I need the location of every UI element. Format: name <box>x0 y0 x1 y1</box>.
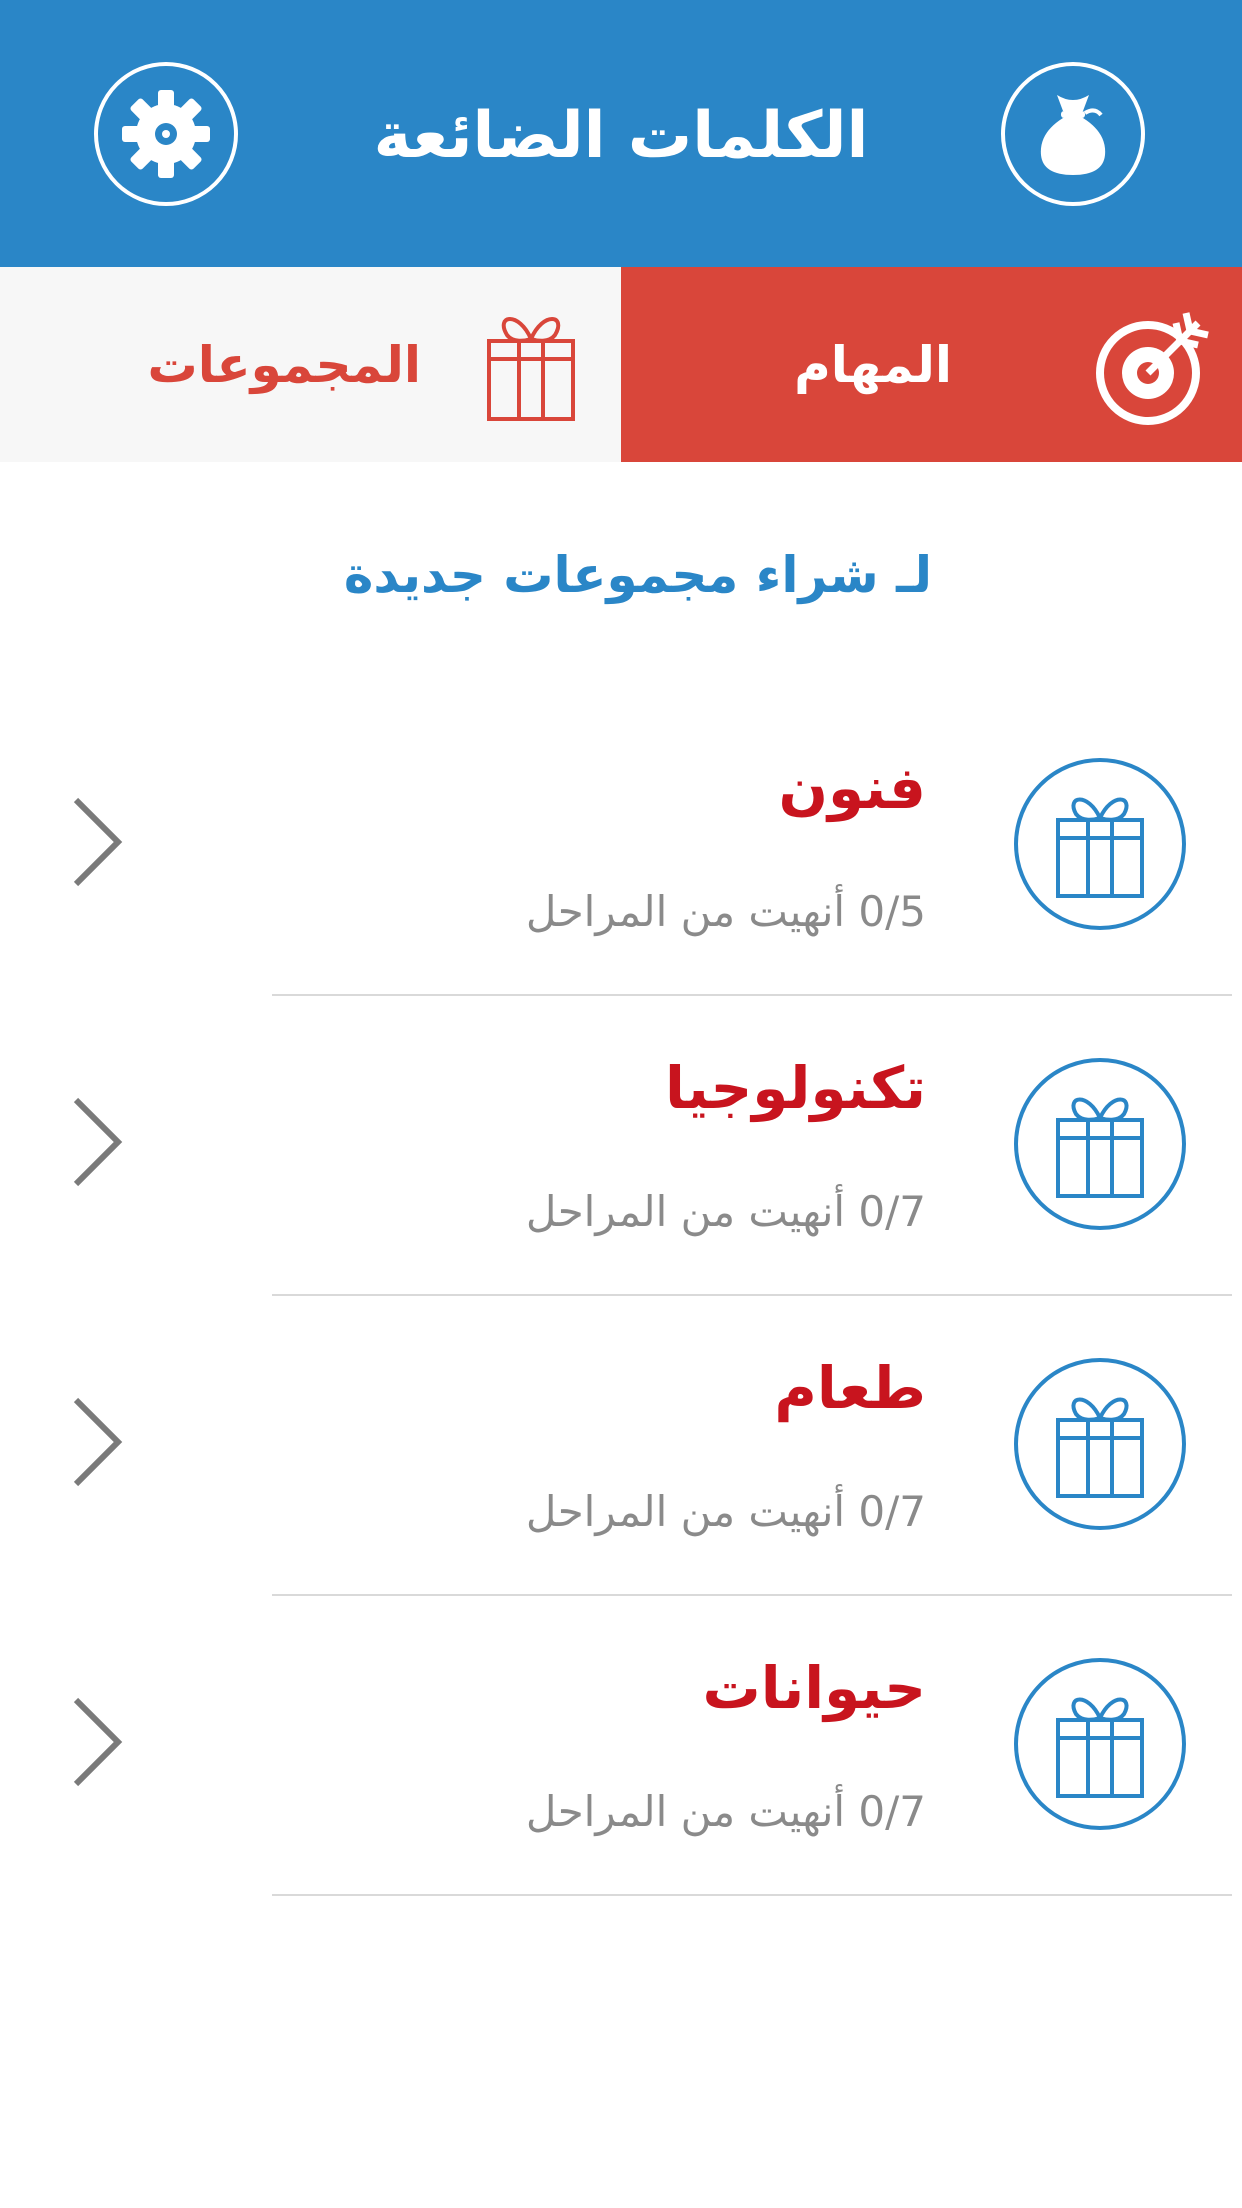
list-item[interactable]: حيوانات 0/7 أنهيت من المراحل <box>0 1596 1242 1896</box>
tab-tasks-label: المهام <box>794 336 952 394</box>
list-item[interactable]: طعام 0/7 أنهيت من المراحل <box>0 1296 1242 1596</box>
group-title: طعام <box>774 1354 926 1422</box>
tab-tasks[interactable]: المهام <box>621 267 1242 462</box>
settings-button[interactable] <box>94 62 238 206</box>
list-item[interactable]: تكنولوجيا 0/7 أنهيت من المراحل <box>0 996 1242 1296</box>
gift-icon <box>1014 758 1186 930</box>
coin-bag-icon <box>1040 95 1106 175</box>
group-progress: 0/5 أنهيت من المراحل <box>525 887 926 936</box>
buy-groups-link[interactable]: لـ شراء مجموعات جديدة <box>344 540 932 610</box>
gear-icon <box>122 90 210 178</box>
list-item[interactable]: فنون 0/5 أنهيت من المراحل <box>0 696 1242 996</box>
tab-groups[interactable]: المجموعات <box>0 267 621 462</box>
tab-groups-label: المجموعات <box>147 336 421 394</box>
gift-icon <box>1014 1658 1186 1830</box>
group-title: تكنولوجيا <box>665 1054 926 1122</box>
group-progress: 0/7 أنهيت من المراحل <box>525 1487 926 1536</box>
chevron-left-icon <box>68 1694 124 1794</box>
app-title: الكلمات الضائعة <box>373 99 869 173</box>
groups-list: فنون 0/5 أنهيت من المراحل تكنولوجيا 0/7 … <box>0 696 1242 1896</box>
chevron-left-icon <box>68 1394 124 1494</box>
gift-icon <box>1014 1058 1186 1230</box>
app-screen: الكلمات الضائعة المهام المجموعات لـ شراء… <box>0 0 1242 2208</box>
chevron-left-icon <box>68 794 124 894</box>
divider <box>272 1894 1232 1896</box>
group-title: فنون <box>778 754 926 822</box>
gift-icon <box>485 305 577 427</box>
tab-bar: المهام المجموعات <box>0 267 1242 462</box>
group-progress: 0/7 أنهيت من المراحل <box>525 1787 926 1836</box>
target-arrow-icon <box>1090 305 1214 433</box>
header-bar: الكلمات الضائعة <box>0 0 1242 267</box>
gift-icon <box>1014 1358 1186 1530</box>
coins-button[interactable] <box>1001 62 1145 206</box>
group-title: حيوانات <box>702 1654 926 1722</box>
chevron-left-icon <box>68 1094 124 1194</box>
group-progress: 0/7 أنهيت من المراحل <box>525 1187 926 1236</box>
